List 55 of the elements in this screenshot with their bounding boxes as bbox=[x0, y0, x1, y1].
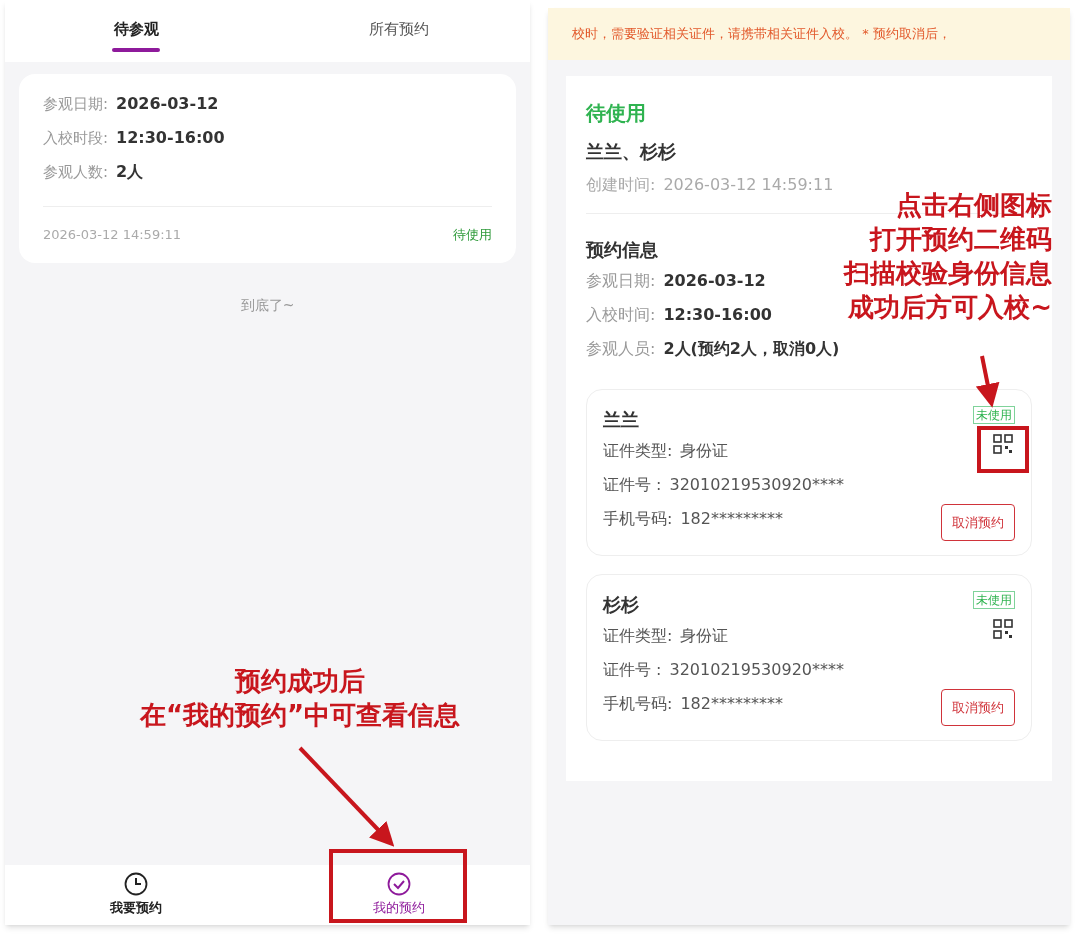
qr-code-icon[interactable] bbox=[993, 434, 1013, 454]
tab[interactable]: 待参观 bbox=[5, 0, 268, 62]
field-value: 12:30-16:00 bbox=[116, 127, 225, 149]
annotation-text: 预约成功后 bbox=[235, 665, 365, 698]
field-value: 身份证 bbox=[680, 440, 729, 462]
field-value: 2人 bbox=[116, 161, 144, 183]
field-value: 2人(预约2人，取消0人) bbox=[663, 338, 840, 360]
field-label: 手机号码: bbox=[603, 693, 673, 715]
clock-icon bbox=[124, 872, 149, 897]
qr-code-icon[interactable] bbox=[993, 619, 1013, 639]
created-time: 2026-03-12 14:59:11 bbox=[663, 174, 834, 196]
field-label: 参观日期: bbox=[43, 94, 109, 115]
arrow bbox=[975, 355, 1000, 408]
visitor-name: 杉杉 bbox=[603, 593, 640, 617]
annotation-text: 成功后方可入校~ bbox=[848, 291, 1052, 324]
annotation-text: 扫描校验身份信息 bbox=[844, 257, 1052, 290]
field-label: 证件类型: bbox=[603, 440, 673, 462]
end-text: 到底了~ bbox=[239, 295, 296, 315]
field-value: 182********* bbox=[680, 508, 783, 530]
nav-tab[interactable]: 我的预约 bbox=[267, 865, 530, 925]
field-label: 参观人员: bbox=[586, 338, 656, 360]
field-value: 2026-03-12 bbox=[663, 270, 766, 292]
field-label: 证件类型: bbox=[603, 625, 673, 647]
field-value: 12:30-16:00 bbox=[663, 304, 772, 326]
field-label: 参观日期: bbox=[586, 270, 656, 292]
status-text: 待使用 bbox=[453, 226, 492, 244]
cancel-button[interactable]: 取消预约 bbox=[941, 688, 1015, 726]
field-label: 创建时间: bbox=[586, 174, 656, 196]
field-value: 2026-03-12 bbox=[116, 93, 219, 115]
field-label: 入校时间: bbox=[586, 304, 656, 326]
field-label: 手机号码: bbox=[603, 508, 673, 530]
annotation-text: 点击右侧图标 bbox=[896, 189, 1052, 222]
tab[interactable]: 所有预约 bbox=[267, 0, 530, 62]
nav-tab[interactable]: 我要预约 bbox=[5, 865, 268, 925]
field-value: 32010219530920**** bbox=[669, 659, 844, 681]
check-circle-icon bbox=[386, 872, 411, 897]
status-badge: 未使用 bbox=[973, 406, 1015, 424]
field-label: 证件号 : bbox=[603, 474, 662, 496]
annotation-text: 在“我的预约”中可查看信息 bbox=[139, 699, 461, 732]
visitor-name: 兰兰 bbox=[603, 408, 640, 432]
field-value: 身份证 bbox=[680, 625, 729, 647]
cancel-button[interactable]: 取消预约 bbox=[941, 503, 1015, 541]
field-label: 参观人数: bbox=[43, 162, 109, 183]
created-time: 2026-03-12 14:59:11 bbox=[43, 226, 182, 244]
status-text: 待使用 bbox=[586, 100, 647, 127]
field-value: 182********* bbox=[680, 693, 783, 715]
section-title: 预约信息 bbox=[586, 238, 658, 262]
field-label: 入校时段: bbox=[43, 128, 109, 149]
annotation-text: 打开预约二维码 bbox=[870, 223, 1052, 256]
visitor-names: 兰兰、杉杉 bbox=[586, 140, 677, 164]
field-value: 32010219530920**** bbox=[669, 474, 844, 496]
status-badge: 未使用 bbox=[973, 591, 1015, 609]
field-label: 证件号 : bbox=[603, 659, 662, 681]
notice-text: 校时，需要验证相关证件，请携带相关证件入校。 * 预约取消后， bbox=[572, 25, 951, 44]
highlight-box bbox=[977, 426, 1029, 473]
